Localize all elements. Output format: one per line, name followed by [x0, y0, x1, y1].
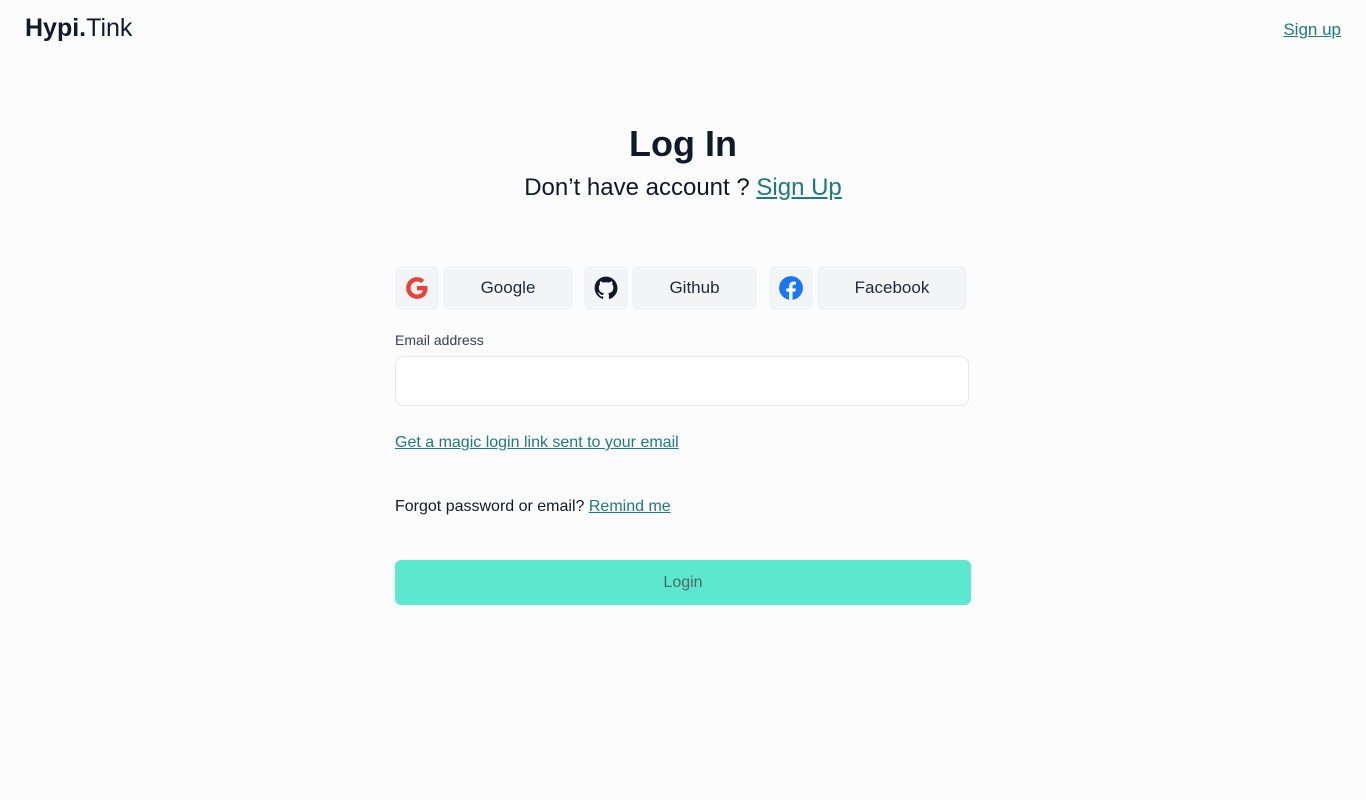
login-form: Google Github Facebook Email address Get… — [395, 266, 971, 605]
header-signup-link[interactable]: Sign up — [1283, 20, 1341, 40]
github-login-button[interactable]: Github — [584, 266, 757, 310]
signup-prompt: Don’t have account ? Sign Up — [0, 172, 1366, 204]
facebook-icon — [779, 276, 803, 300]
logo-bold: Hypi. — [25, 14, 87, 42]
forgot-prompt: Forgot password or email? Remind me — [395, 498, 671, 516]
forgot-text: Forgot password or email? — [395, 498, 589, 515]
email-input[interactable] — [395, 356, 969, 406]
logo-light: Tink — [86, 14, 133, 42]
facebook-login-button[interactable]: Facebook — [769, 266, 967, 310]
page-title: Log In — [629, 123, 737, 164]
social-login-row: Google Github Facebook — [395, 266, 971, 312]
google-icon — [406, 277, 428, 299]
google-label[interactable]: Google — [443, 266, 573, 310]
facebook-label[interactable]: Facebook — [817, 266, 967, 310]
github-label[interactable]: Github — [632, 266, 757, 310]
top-bar: Hypi.Tink Sign up — [0, 0, 1366, 60]
signup-link[interactable]: Sign Up — [756, 174, 841, 201]
email-label: Email address — [395, 332, 484, 348]
google-icon-box[interactable] — [395, 266, 439, 310]
github-icon — [594, 276, 618, 299]
facebook-icon-box[interactable] — [769, 266, 813, 310]
signup-prompt-text: Don’t have account ? — [524, 174, 757, 201]
github-icon-box[interactable] — [584, 266, 628, 310]
remind-me-link[interactable]: Remind me — [589, 498, 671, 515]
magic-link[interactable]: Get a magic login link sent to your emai… — [395, 434, 679, 452]
logo[interactable]: Hypi.Tink — [25, 12, 132, 44]
login-button[interactable]: Login — [395, 560, 971, 605]
google-login-button[interactable]: Google — [395, 266, 573, 310]
